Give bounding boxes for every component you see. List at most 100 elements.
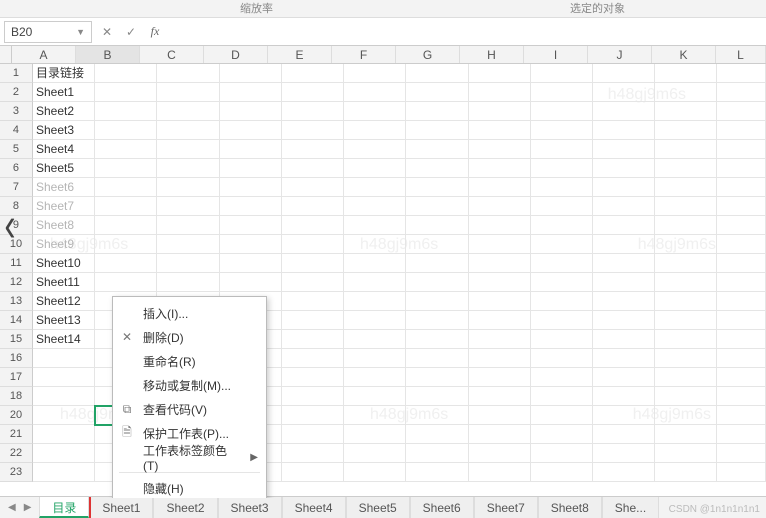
cell[interactable]	[344, 444, 406, 463]
cell[interactable]	[593, 273, 655, 292]
cell[interactable]: Sheet8	[33, 216, 95, 235]
cell[interactable]	[157, 102, 219, 121]
cell[interactable]: Sheet1	[33, 83, 95, 102]
cell[interactable]	[593, 235, 655, 254]
cell[interactable]	[717, 102, 766, 121]
cell[interactable]	[220, 140, 282, 159]
sheet-tab[interactable]: Sheet4	[282, 497, 346, 518]
cell[interactable]	[593, 140, 655, 159]
cell[interactable]	[469, 311, 531, 330]
cell[interactable]	[531, 406, 593, 425]
menu-insert[interactable]: 插入(I)...	[113, 301, 266, 325]
column-header[interactable]: G	[396, 46, 460, 63]
row-header[interactable]: 22	[0, 444, 33, 463]
formula-input[interactable]	[170, 21, 762, 43]
cell[interactable]	[531, 368, 593, 387]
cell[interactable]	[33, 463, 95, 482]
cell[interactable]	[469, 463, 531, 482]
cell[interactable]	[95, 64, 157, 83]
cell[interactable]	[531, 102, 593, 121]
cell[interactable]	[344, 406, 406, 425]
cell[interactable]	[593, 292, 655, 311]
cell[interactable]: Sheet2	[33, 102, 95, 121]
cell[interactable]	[157, 83, 219, 102]
column-header[interactable]: E	[268, 46, 332, 63]
cell[interactable]	[531, 140, 593, 159]
cell[interactable]	[531, 83, 593, 102]
cell[interactable]	[717, 406, 766, 425]
cell[interactable]	[655, 273, 717, 292]
row-header[interactable]: 12	[0, 273, 33, 292]
cell[interactable]	[33, 368, 95, 387]
cell[interactable]	[469, 254, 531, 273]
cell[interactable]	[406, 83, 468, 102]
cell[interactable]	[469, 273, 531, 292]
cell[interactable]	[655, 311, 717, 330]
cell[interactable]	[95, 254, 157, 273]
cell[interactable]	[717, 311, 766, 330]
cell[interactable]	[531, 425, 593, 444]
tab-nav-next[interactable]: ▶	[24, 502, 32, 513]
cell[interactable]	[593, 178, 655, 197]
cell[interactable]	[282, 425, 344, 444]
cell[interactable]	[282, 292, 344, 311]
menu-delete[interactable]: ✕ 删除(D)	[113, 325, 266, 349]
cell[interactable]	[220, 121, 282, 140]
cell[interactable]	[282, 311, 344, 330]
cell[interactable]	[655, 197, 717, 216]
cell[interactable]	[406, 254, 468, 273]
cell[interactable]	[344, 254, 406, 273]
cell[interactable]	[406, 102, 468, 121]
cell[interactable]	[344, 292, 406, 311]
row-header[interactable]: 7	[0, 178, 33, 197]
cell[interactable]	[282, 330, 344, 349]
cell[interactable]	[717, 425, 766, 444]
cell[interactable]	[282, 368, 344, 387]
cell[interactable]	[95, 197, 157, 216]
cell[interactable]: Sheet12	[33, 292, 95, 311]
column-header[interactable]: C	[140, 46, 204, 63]
cell[interactable]	[282, 178, 344, 197]
cell[interactable]	[593, 406, 655, 425]
cell[interactable]	[33, 444, 95, 463]
cell[interactable]: Sheet9	[33, 235, 95, 254]
cell[interactable]: Sheet14	[33, 330, 95, 349]
cancel-formula-button[interactable]: ✕	[98, 23, 116, 41]
cell[interactable]	[531, 330, 593, 349]
cell[interactable]	[655, 178, 717, 197]
cell[interactable]	[95, 102, 157, 121]
row-header[interactable]: 10	[0, 235, 33, 254]
menu-rename[interactable]: 重命名(R)	[113, 349, 266, 373]
menu-tab-color[interactable]: 工作表标签颜色(T) ▶	[113, 445, 266, 469]
row-header[interactable]: 18	[0, 387, 33, 406]
cell[interactable]	[282, 197, 344, 216]
cell[interactable]	[344, 425, 406, 444]
cell[interactable]: Sheet11	[33, 273, 95, 292]
cell[interactable]	[531, 387, 593, 406]
row-header[interactable]: 21	[0, 425, 33, 444]
cell[interactable]	[406, 368, 468, 387]
cell[interactable]	[282, 273, 344, 292]
cell[interactable]	[282, 64, 344, 83]
cell[interactable]	[717, 368, 766, 387]
row-header[interactable]: 9	[0, 216, 33, 235]
cell[interactable]	[655, 216, 717, 235]
cell[interactable]	[655, 140, 717, 159]
cell[interactable]	[469, 140, 531, 159]
menu-hide[interactable]: 隐藏(H)	[113, 476, 266, 498]
cell[interactable]	[531, 349, 593, 368]
cell[interactable]	[406, 140, 468, 159]
row-header[interactable]: 14	[0, 311, 33, 330]
cell[interactable]	[469, 102, 531, 121]
cell[interactable]	[406, 197, 468, 216]
cell[interactable]	[344, 387, 406, 406]
cell[interactable]	[344, 216, 406, 235]
menu-move-copy[interactable]: 移动或复制(M)...	[113, 373, 266, 397]
sheet-tab[interactable]: Sheet3	[218, 497, 282, 518]
column-header[interactable]: D	[204, 46, 268, 63]
row-header[interactable]: 15	[0, 330, 33, 349]
cell[interactable]	[344, 178, 406, 197]
cell[interactable]	[531, 159, 593, 178]
cell[interactable]	[717, 159, 766, 178]
cell[interactable]	[593, 102, 655, 121]
